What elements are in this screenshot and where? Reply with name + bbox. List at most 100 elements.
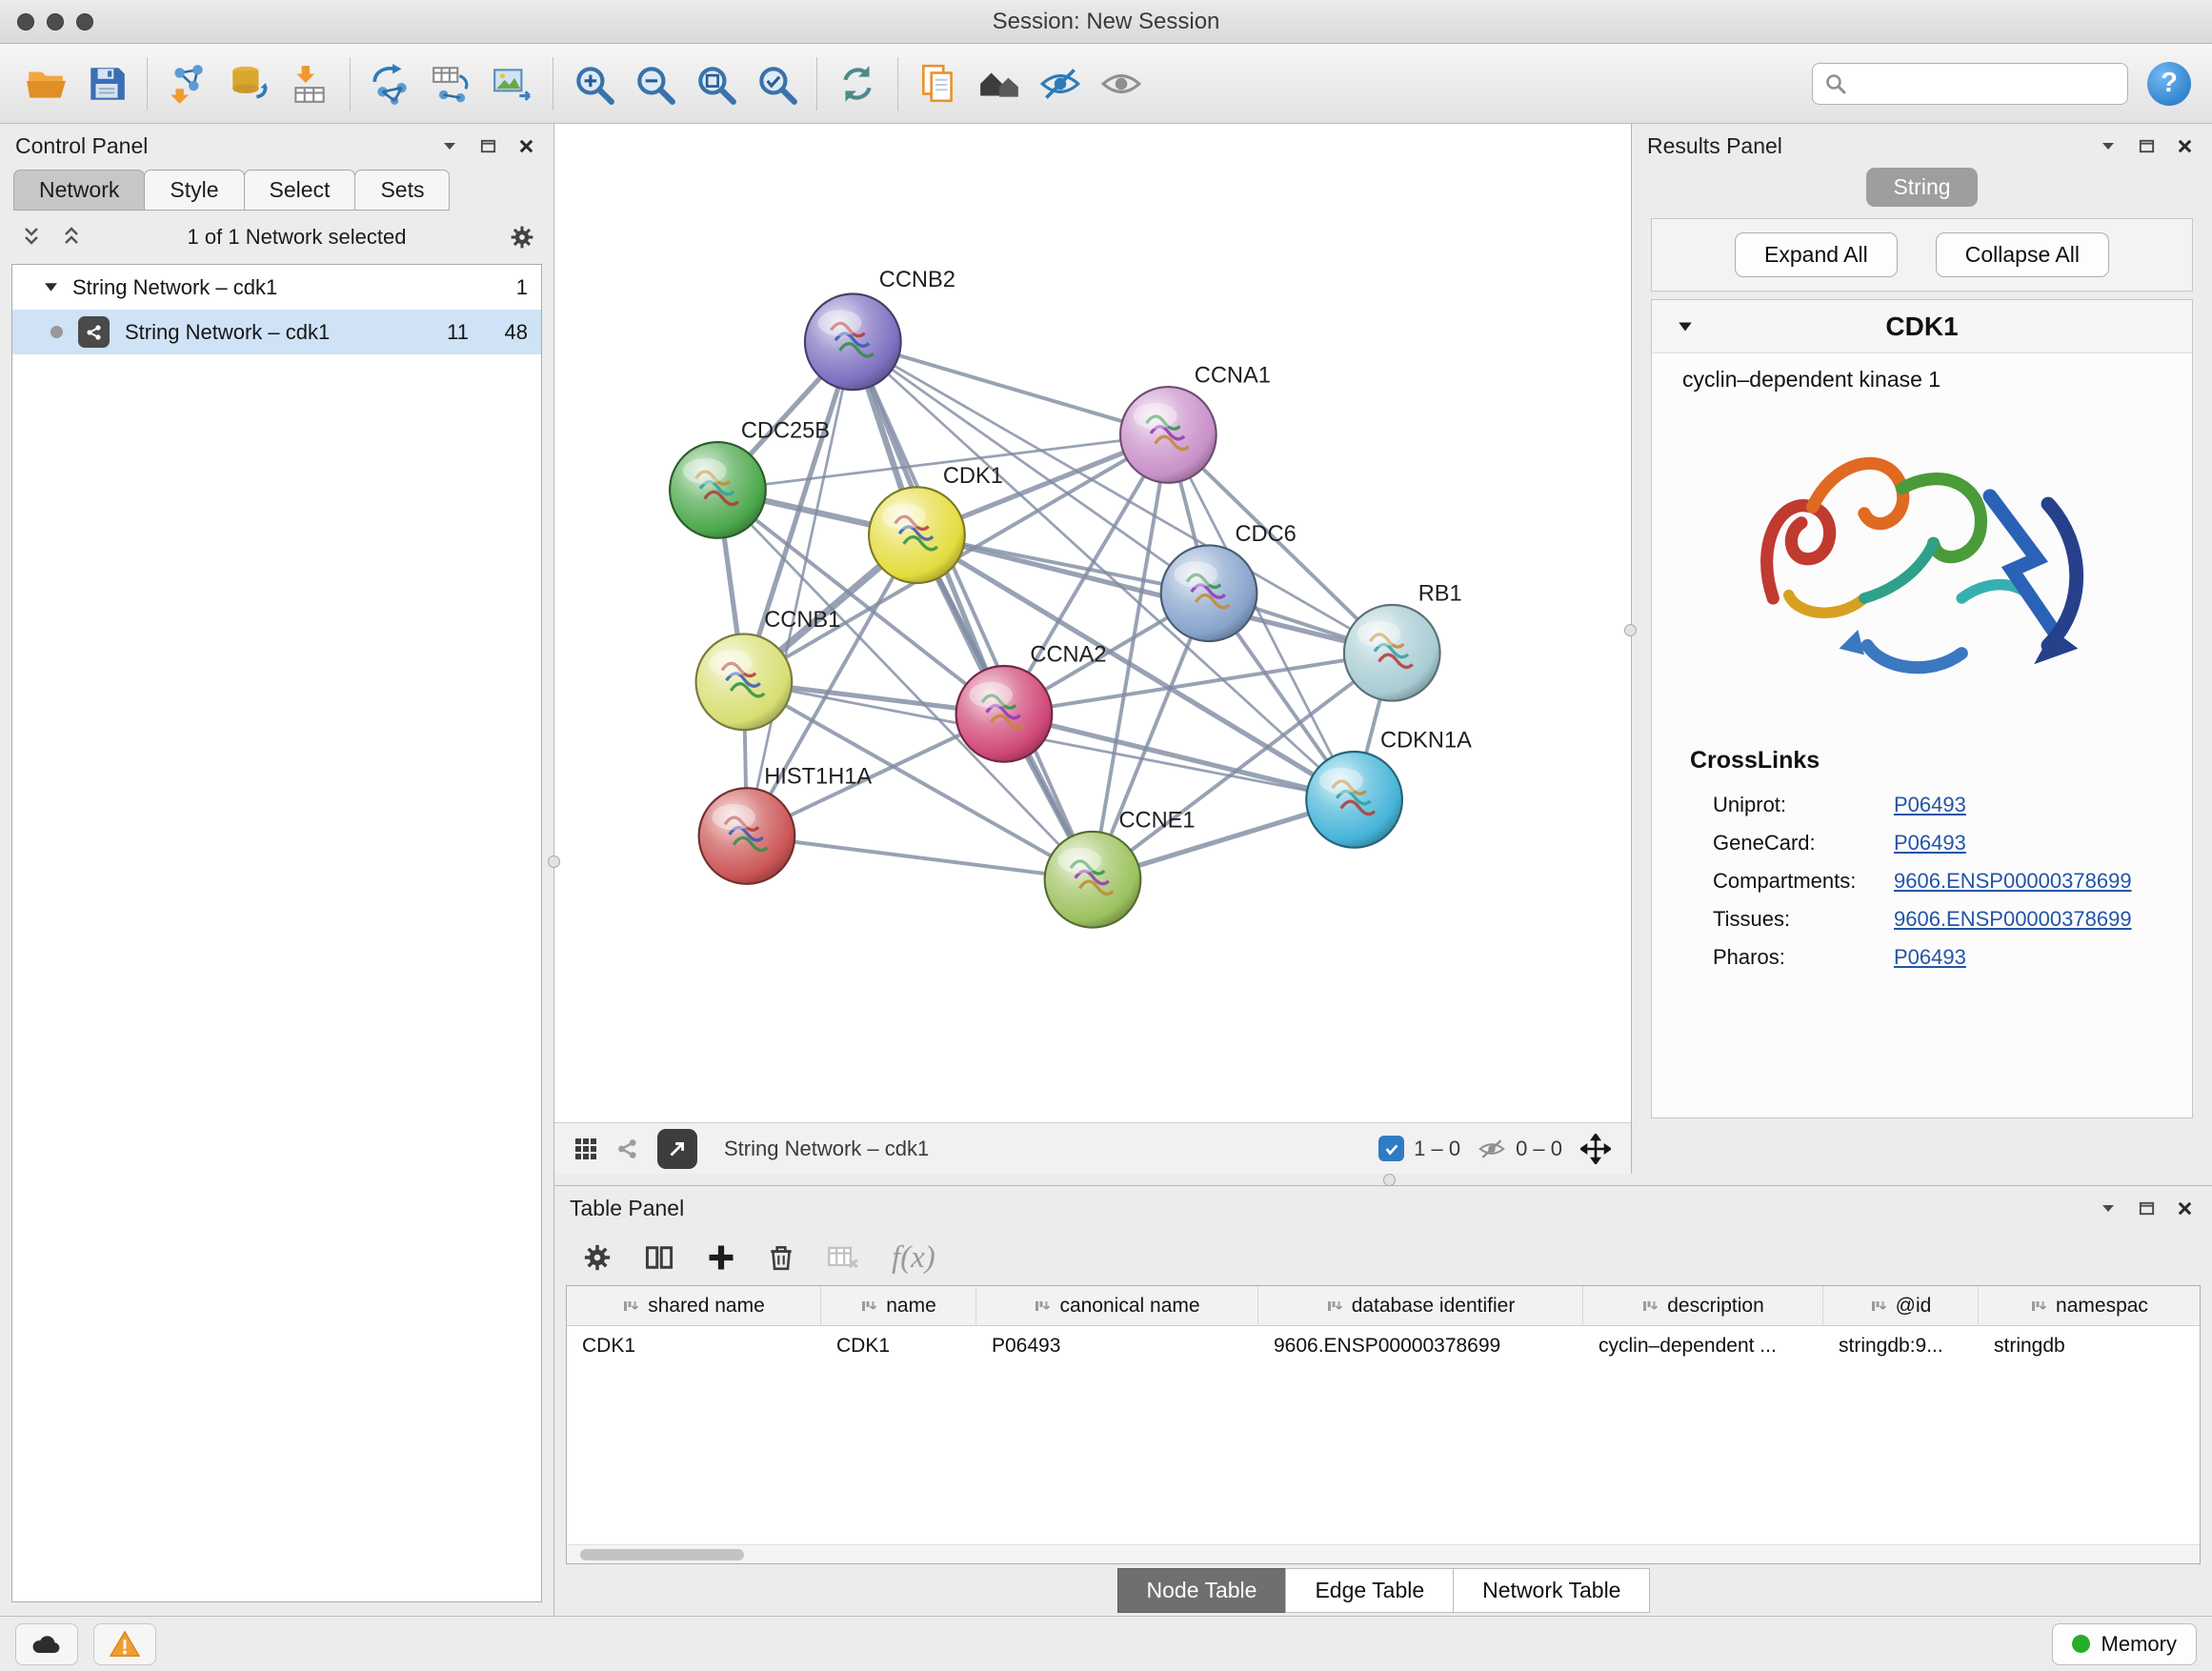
- selected-checkbox-icon[interactable]: [1378, 1136, 1404, 1161]
- panel-menu-button[interactable]: [2096, 1196, 2121, 1220]
- panel-float-button[interactable]: [475, 133, 500, 158]
- save-session-button[interactable]: [76, 52, 137, 115]
- tab-select[interactable]: Select: [244, 170, 356, 211]
- show-all-button[interactable]: [1091, 52, 1152, 115]
- network-edge-CCNB2-CCNA1[interactable]: [853, 342, 1168, 435]
- gene-header[interactable]: CDK1: [1652, 300, 2192, 353]
- network-node-RB1[interactable]: RB1: [1344, 581, 1462, 700]
- panel-float-button[interactable]: [2134, 1196, 2159, 1220]
- network-node-CCNA1[interactable]: CCNA1: [1120, 364, 1271, 483]
- panel-close-button[interactable]: [513, 133, 538, 158]
- splitter-handle[interactable]: [1383, 1174, 1396, 1186]
- panel-close-button[interactable]: [2172, 1196, 2197, 1220]
- show-columns-button[interactable]: [644, 1244, 674, 1271]
- network-row-selected[interactable]: String Network – cdk1 11 48: [12, 310, 541, 354]
- warnings-button[interactable]: [93, 1623, 156, 1665]
- collapse-all-networks-button[interactable]: [59, 225, 84, 250]
- tab-sets[interactable]: Sets: [354, 170, 450, 211]
- delete-table-button[interactable]: [827, 1244, 859, 1271]
- column-header[interactable]: description: [1583, 1286, 1823, 1325]
- network-node-CCNB2[interactable]: CCNB2: [805, 268, 955, 390]
- table-hscrollbar[interactable]: [567, 1544, 2200, 1563]
- expand-all-networks-button[interactable]: [19, 225, 44, 250]
- network-node-CDK1[interactable]: CDK1: [869, 464, 1003, 583]
- table-cell[interactable]: stringdb: [1979, 1326, 2200, 1366]
- network-graph[interactable]: CCNB2CCNA1CDC25BCDK1CDC6RB1CCNB1CCNA2CDK…: [554, 124, 1631, 1122]
- detach-view-button[interactable]: [657, 1129, 697, 1169]
- export-network-button[interactable]: [360, 52, 421, 115]
- crosslink-link[interactable]: 9606.ENSP00000378699: [1894, 907, 2132, 932]
- birdseye-view-button[interactable]: [969, 52, 1030, 115]
- network-options-button[interactable]: [510, 225, 534, 250]
- panel-float-button[interactable]: [2134, 133, 2159, 158]
- column-header[interactable]: database identifier: [1258, 1286, 1583, 1325]
- memory-button[interactable]: Memory: [2052, 1623, 2197, 1665]
- zoom-out-button[interactable]: [624, 52, 685, 115]
- minimize-window-button[interactable]: [47, 13, 64, 30]
- results-tab-string[interactable]: String: [1866, 168, 1977, 207]
- network-edge-CCNB2-HIST1H1A[interactable]: [747, 342, 853, 836]
- table-cell[interactable]: 9606.ENSP00000378699: [1258, 1326, 1583, 1366]
- collapse-section-icon[interactable]: [1677, 318, 1694, 335]
- cloud-status-button[interactable]: [15, 1623, 78, 1665]
- panel-menu-button[interactable]: [2096, 133, 2121, 158]
- network-edge-HIST1H1A-CCNE1[interactable]: [747, 836, 1093, 879]
- hscrollbar-thumb[interactable]: [580, 1549, 744, 1560]
- open-session-button[interactable]: [15, 52, 76, 115]
- crosslink-link[interactable]: P06493: [1894, 793, 1966, 817]
- table-cell[interactable]: cyclin–dependent ...: [1583, 1326, 1823, 1366]
- table-cell[interactable]: CDK1: [567, 1326, 821, 1366]
- crosslink-link[interactable]: P06493: [1894, 945, 1966, 970]
- pan-mode-button[interactable]: [1579, 1133, 1612, 1165]
- import-network-file-button[interactable]: [157, 52, 218, 115]
- table-cell[interactable]: stringdb:9...: [1823, 1326, 1979, 1366]
- refresh-layout-button[interactable]: [827, 52, 888, 115]
- zoom-in-button[interactable]: [563, 52, 624, 115]
- table-cell[interactable]: CDK1: [821, 1326, 976, 1366]
- delete-column-button[interactable]: [768, 1243, 794, 1272]
- horizontal-splitter[interactable]: [554, 1174, 2212, 1185]
- vertical-splitter-handle[interactable]: [548, 856, 560, 868]
- table-row[interactable]: CDK1CDK1P064939606.ENSP00000378699cyclin…: [567, 1326, 2200, 1366]
- zoom-fit-button[interactable]: [685, 52, 746, 115]
- function-builder-button[interactable]: f(x): [892, 1240, 935, 1276]
- collapse-all-button[interactable]: Collapse All: [1936, 232, 2109, 277]
- maximize-window-button[interactable]: [76, 13, 93, 30]
- crosslink-link[interactable]: 9606.ENSP00000378699: [1894, 869, 2132, 894]
- table-settings-button[interactable]: [583, 1243, 612, 1272]
- snapshot-button[interactable]: [908, 52, 969, 115]
- zoom-selected-button[interactable]: [746, 52, 807, 115]
- column-header[interactable]: name: [821, 1286, 976, 1325]
- network-edge-CCNB2-CCNE1[interactable]: [853, 342, 1093, 879]
- tab-edge-table[interactable]: Edge Table: [1285, 1568, 1454, 1613]
- column-header[interactable]: canonical name: [976, 1286, 1258, 1325]
- add-column-button[interactable]: [707, 1243, 735, 1272]
- export-table-button[interactable]: [421, 52, 482, 115]
- tab-network-table[interactable]: Network Table: [1453, 1568, 1650, 1613]
- panel-menu-button[interactable]: [437, 133, 462, 158]
- import-network-database-button[interactable]: [218, 52, 279, 115]
- crosslink-link[interactable]: P06493: [1894, 831, 1966, 856]
- import-table-button[interactable]: [279, 52, 340, 115]
- help-button[interactable]: ?: [2147, 62, 2191, 106]
- network-collection-row[interactable]: String Network – cdk1 1: [12, 265, 541, 310]
- column-header[interactable]: shared name: [567, 1286, 821, 1325]
- panel-close-button[interactable]: [2172, 133, 2197, 158]
- network-view-toggle-button[interactable]: [615, 1137, 640, 1161]
- network-edge-CDK1-RB1[interactable]: [916, 535, 1392, 654]
- search-input[interactable]: [1855, 72, 2116, 95]
- tree-expander-icon[interactable]: [43, 279, 59, 295]
- tab-network[interactable]: Network: [13, 170, 145, 211]
- tab-style[interactable]: Style: [144, 170, 244, 211]
- network-canvas[interactable]: CCNB2CCNA1CDC25BCDK1CDC6RB1CCNB1CCNA2CDK…: [554, 124, 1631, 1122]
- grid-view-button[interactable]: [573, 1137, 598, 1161]
- table-cell[interactable]: P06493: [976, 1326, 1258, 1366]
- vertical-splitter-handle[interactable]: [1624, 624, 1637, 636]
- column-header[interactable]: @id: [1823, 1286, 1979, 1325]
- close-window-button[interactable]: [17, 13, 34, 30]
- network-node-HIST1H1A[interactable]: HIST1H1A: [699, 765, 873, 884]
- column-header[interactable]: namespac: [1979, 1286, 2200, 1325]
- network-node-CDKN1A[interactable]: CDKN1A: [1306, 728, 1472, 847]
- search-field[interactable]: [1812, 63, 2128, 105]
- hide-selected-button[interactable]: [1030, 52, 1091, 115]
